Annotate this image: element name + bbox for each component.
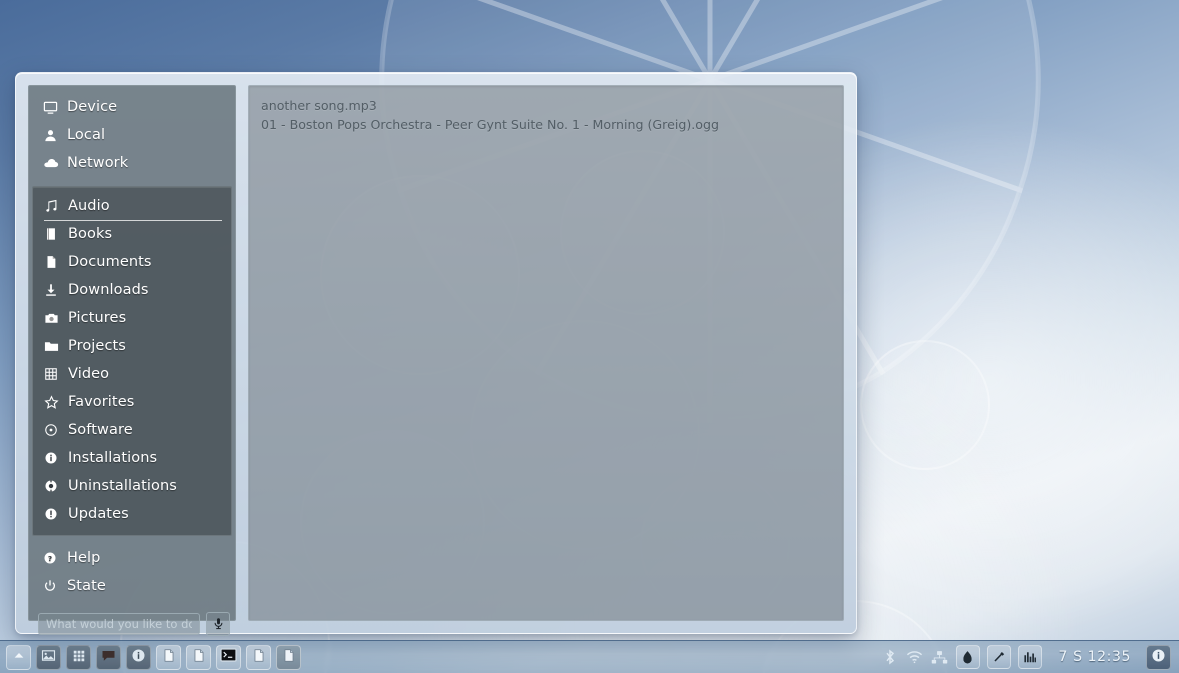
sidebar-item-label: Books	[68, 226, 113, 242]
search-input[interactable]	[38, 613, 200, 635]
cloud-icon	[43, 155, 62, 171]
sidebar-item-updates[interactable]: Updates	[33, 500, 231, 528]
sidebar-item-audio[interactable]: Audio	[33, 192, 231, 221]
window-task-2[interactable]	[186, 644, 211, 670]
sidebar-item-local[interactable]: Local	[29, 121, 235, 149]
system-tray: 7 S 12:35	[881, 644, 1173, 670]
sidebar-item-label: Device	[67, 99, 118, 115]
taskbar-window-list	[156, 644, 301, 670]
sidebar-item-label: Network	[67, 155, 129, 171]
show-desktop-button[interactable]	[6, 644, 31, 670]
tool-icon[interactable]	[986, 645, 1011, 669]
sidebar-item-downloads[interactable]: Downloads	[33, 276, 231, 304]
sidebar-item-label: Software	[68, 422, 133, 438]
user-icon	[43, 128, 62, 143]
file-list-pane[interactable]: another song.mp3 01 - Boston Pops Orches…	[248, 85, 844, 621]
sidebar-item-network[interactable]: Network	[29, 149, 235, 177]
sidebar-item-favorites[interactable]: Favorites	[33, 388, 231, 416]
sidebar-item-label: Documents	[68, 254, 152, 270]
sidebar-item-label: Help	[67, 550, 101, 566]
music-note-icon	[44, 199, 63, 213]
tray-info-button[interactable]	[1146, 644, 1171, 670]
window-task-4[interactable]	[246, 644, 271, 670]
taskbar-launchers	[6, 644, 151, 670]
film-icon	[44, 367, 63, 381]
grid-icon	[72, 648, 86, 667]
sidebar-item-state[interactable]: State	[29, 572, 235, 600]
sidebar-item-label: Audio	[68, 198, 110, 214]
star-icon	[44, 394, 63, 410]
folder-icon	[44, 339, 63, 354]
question-circle-icon: ?	[43, 551, 62, 565]
chat-button[interactable]	[96, 644, 121, 670]
picture-icon	[41, 648, 56, 667]
monitor-icon	[43, 100, 62, 115]
svg-text:?: ?	[48, 554, 52, 563]
sidebar-bottom-group: ? Help State	[29, 544, 235, 608]
sidebar-item-label: Video	[68, 366, 110, 382]
desktop: Device Local Network Audio Books Documen…	[0, 0, 1179, 673]
sidebar-item-label: Installations	[68, 450, 158, 466]
sidebar-top-group: Device Local Network	[29, 93, 235, 177]
application-window: Device Local Network Audio Books Documen…	[15, 72, 857, 636]
sidebar-item-label: Updates	[68, 506, 129, 522]
chevron-up-icon	[12, 648, 26, 667]
sidebar-item-uninstallations[interactable]: Uninstallations	[33, 472, 231, 500]
document-icon	[252, 648, 266, 667]
sidebar-item-installations[interactable]: Installations	[33, 444, 231, 472]
document-icon	[282, 648, 296, 667]
taskbar: 7 S 12:35	[0, 640, 1179, 673]
circle-dot-icon	[44, 423, 63, 437]
microphone-button[interactable]	[206, 612, 230, 636]
clock[interactable]: 7 S 12:35	[1049, 649, 1139, 665]
sidebar-item-documents[interactable]: Documents	[33, 248, 231, 276]
sidebar-item-pictures[interactable]: Pictures	[33, 304, 231, 332]
document-icon	[162, 648, 176, 667]
list-item[interactable]: another song.mp3	[261, 96, 831, 115]
info-circle-icon	[44, 451, 63, 465]
download-icon	[44, 283, 63, 297]
bluetooth-icon[interactable]	[881, 648, 899, 666]
sidebar: Device Local Network Audio Books Documen…	[28, 85, 236, 636]
app-grid-button[interactable]	[66, 644, 91, 670]
sidebar-item-label: Favorites	[68, 394, 135, 410]
wifi-icon[interactable]	[906, 648, 924, 666]
document-icon	[44, 255, 63, 269]
sidebar-item-label: Downloads	[68, 282, 149, 298]
sidebar-item-label: Projects	[68, 338, 126, 354]
sidebar-item-device[interactable]: Device	[29, 93, 235, 121]
gear-circle-icon	[44, 479, 63, 493]
power-icon	[43, 579, 62, 593]
sidebar-item-help[interactable]: ? Help	[29, 544, 235, 572]
droplet-icon[interactable]	[955, 645, 980, 669]
window-task-5[interactable]	[276, 644, 301, 670]
sidebar-item-projects[interactable]: Projects	[33, 332, 231, 360]
window-task-1[interactable]	[156, 644, 181, 670]
sidebar-item-label: State	[67, 578, 106, 594]
info-circle-icon	[131, 648, 146, 667]
info-circle-icon	[1151, 648, 1166, 667]
sidebar-item-books[interactable]: Books	[33, 220, 231, 248]
sidebar-item-label: Pictures	[68, 310, 127, 326]
sidebar-item-label: Local	[67, 127, 106, 143]
alert-circle-icon	[44, 507, 63, 521]
list-item[interactable]: 01 - Boston Pops Orchestra - Peer Gynt S…	[261, 115, 831, 134]
network-icon[interactable]	[931, 648, 949, 666]
terminal-icon	[220, 647, 237, 667]
sidebar-search-row	[29, 608, 235, 644]
sidebar-item-label: Uninstallations	[68, 478, 177, 494]
document-icon	[192, 648, 206, 667]
image-viewer-button[interactable]	[36, 644, 61, 670]
book-icon	[44, 227, 63, 241]
microphone-icon	[212, 615, 225, 634]
sidebar-categories-group: Audio Books Documents Downloads Pictures…	[32, 186, 232, 536]
equalizer-icon[interactable]	[1017, 645, 1042, 669]
camera-icon	[44, 311, 63, 326]
speech-bubble-icon	[101, 648, 116, 667]
sidebar-item-software[interactable]: Software	[33, 416, 231, 444]
info-launcher-button[interactable]	[126, 644, 151, 670]
window-task-3[interactable]	[216, 644, 241, 670]
sidebar-item-video[interactable]: Video	[33, 360, 231, 388]
